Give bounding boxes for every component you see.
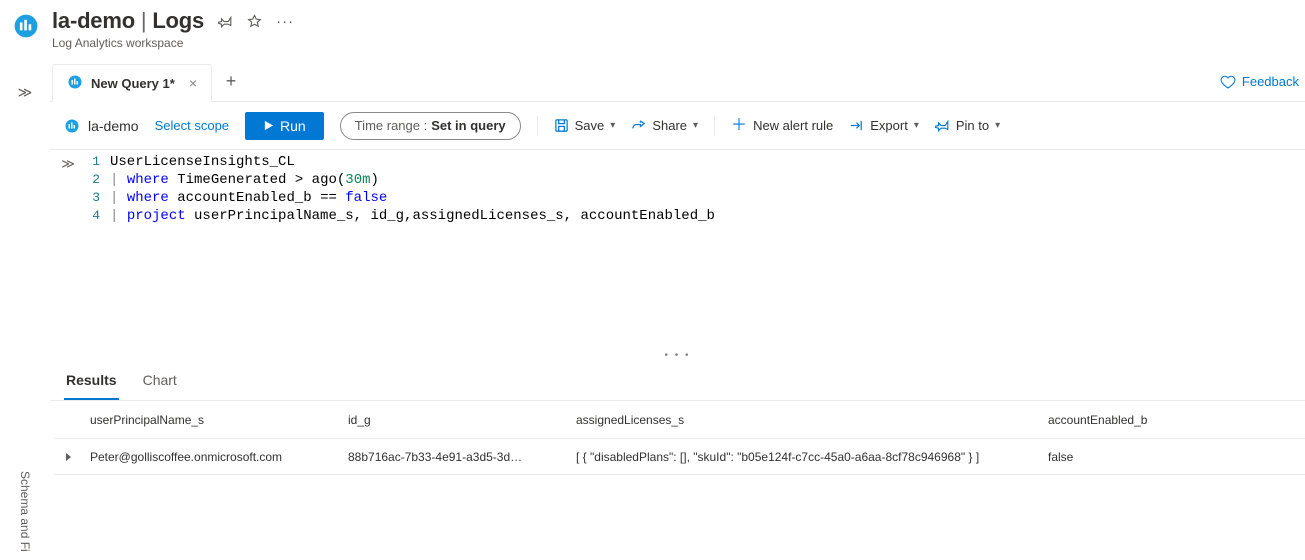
blade-title: Logs — [152, 8, 204, 33]
share-label: Share — [652, 118, 687, 133]
save-icon — [554, 118, 569, 133]
grid-header-row: userPrincipalName_s id_g assignedLicense… — [54, 401, 1305, 439]
sidebar-label[interactable]: Schema and Fi — [18, 471, 32, 552]
col-header[interactable]: id_g — [340, 413, 568, 427]
separator — [537, 116, 538, 136]
code-line[interactable]: | project userPrincipalName_s, id_g,assi… — [110, 207, 715, 225]
feedback-button[interactable]: Feedback — [1220, 74, 1305, 90]
time-range-picker[interactable]: Time range : Set in query — [340, 112, 521, 140]
col-header[interactable]: userPrincipalName_s — [82, 413, 340, 427]
col-header[interactable]: assignedLicenses_s — [568, 413, 1040, 427]
save-button[interactable]: Save ▾ — [554, 118, 616, 133]
select-scope-link[interactable]: Select scope — [155, 118, 229, 133]
heart-icon — [1220, 74, 1236, 90]
cell-assignedlicenses: [ { "disabledPlans": [], "skuId": "b05e1… — [568, 450, 1040, 464]
line-number: 1 — [86, 153, 110, 171]
chevron-down-icon: ▾ — [995, 120, 1000, 131]
scope-workspace[interactable]: la-demo — [64, 118, 139, 134]
workspace-title: la-demo — [52, 8, 135, 33]
code-line[interactable]: UserLicenseInsights_CL — [110, 153, 295, 171]
play-icon — [263, 120, 274, 131]
pin-icon — [935, 118, 950, 133]
workspace-icon — [64, 118, 80, 134]
export-label: Export — [870, 118, 908, 133]
title-separator: | — [141, 8, 147, 33]
favorite-star-icon[interactable] — [247, 14, 262, 29]
close-tab-icon[interactable]: × — [189, 75, 197, 91]
resize-handle[interactable]: • • • — [50, 350, 1305, 362]
line-number: 4 — [86, 207, 110, 225]
pin-icon[interactable] — [218, 14, 233, 29]
query-editor[interactable]: 1UserLicenseInsights_CL2| where TimeGene… — [86, 150, 1305, 350]
results-grid: userPrincipalName_s id_g assignedLicense… — [50, 401, 1305, 475]
col-header[interactable]: accountEnabled_b — [1040, 413, 1240, 427]
share-button[interactable]: Share ▾ — [631, 118, 698, 133]
time-range-label: Time range : — [355, 118, 428, 133]
more-ellipsis-icon[interactable]: ··· — [276, 13, 294, 30]
tab-label: New Query 1* — [91, 76, 175, 91]
time-range-value: Set in query — [431, 118, 505, 133]
chevron-down-icon: ▾ — [610, 120, 615, 131]
share-icon — [631, 118, 646, 133]
pin-to-label: Pin to — [956, 118, 989, 133]
expand-row-icon[interactable] — [54, 452, 82, 462]
run-button[interactable]: Run — [245, 112, 324, 140]
scope-workspace-label: la-demo — [88, 118, 139, 134]
expand-sidebar-icon[interactable]: ≫ — [50, 150, 86, 350]
code-line[interactable]: | where accountEnabled_b == false — [110, 189, 387, 207]
workspace-icon — [67, 74, 83, 93]
new-tab-button[interactable]: + — [212, 71, 250, 92]
chart-tab[interactable]: Chart — [141, 362, 179, 400]
results-tab[interactable]: Results — [64, 362, 119, 400]
query-tab[interactable]: New Query 1* × — [52, 64, 212, 102]
workspace-icon — [12, 12, 40, 40]
run-label: Run — [280, 118, 306, 134]
subtitle: Log Analytics workspace — [52, 36, 294, 50]
new-alert-rule-label: New alert rule — [753, 118, 833, 133]
cell-id: 88b716ac-7b33-4e91-a3d5-3d… — [340, 450, 568, 464]
table-row[interactable]: Peter@golliscoffee.onmicrosoft.com 88b71… — [54, 439, 1305, 475]
feedback-label: Feedback — [1242, 74, 1299, 89]
cell-userprincipalname: Peter@golliscoffee.onmicrosoft.com — [82, 450, 340, 464]
expand-rail-icon[interactable]: ≫ — [18, 84, 33, 101]
chevron-down-icon: ▾ — [914, 120, 919, 131]
separator — [714, 116, 715, 136]
code-line[interactable]: | where TimeGenerated > ago(30m) — [110, 171, 379, 189]
line-number: 2 — [86, 171, 110, 189]
cell-accountenabled: false — [1040, 450, 1240, 464]
new-alert-rule-button[interactable]: ＋ New alert rule — [731, 118, 833, 133]
save-label: Save — [575, 118, 605, 133]
export-button[interactable]: Export ▾ — [849, 118, 919, 133]
line-number: 3 — [86, 189, 110, 207]
pin-to-button[interactable]: Pin to ▾ — [935, 118, 1000, 133]
export-icon — [849, 118, 864, 133]
chevron-down-icon: ▾ — [693, 120, 698, 131]
